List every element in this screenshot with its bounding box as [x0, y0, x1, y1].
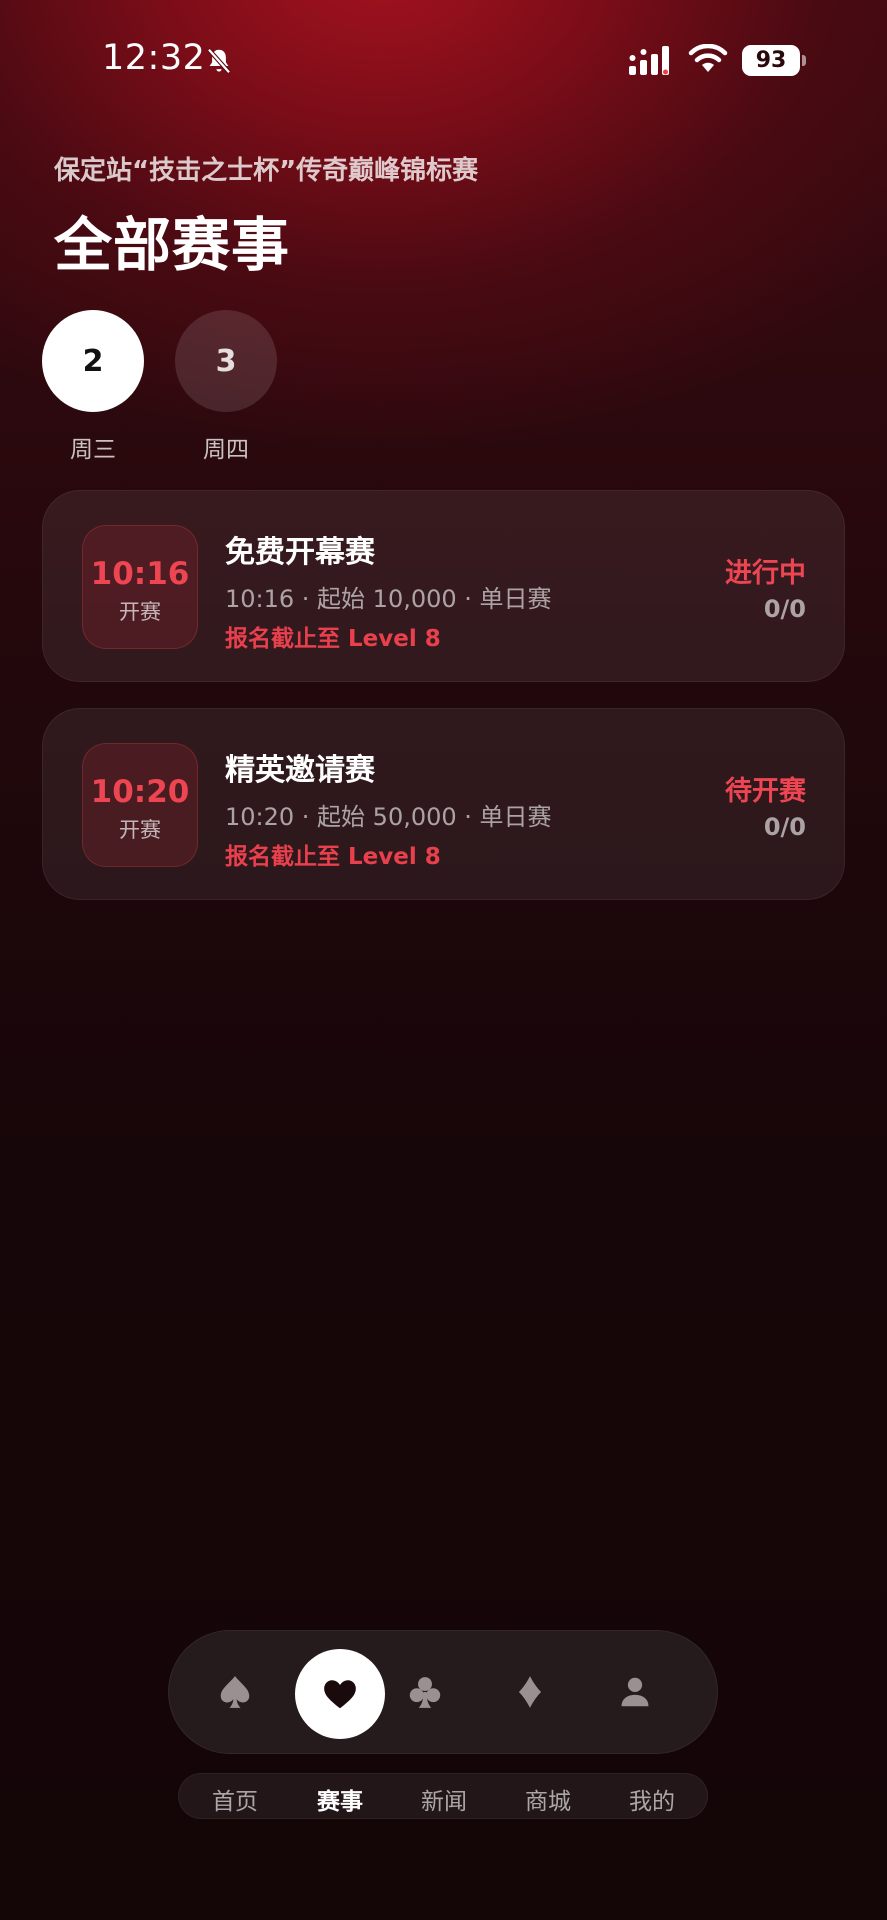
spade-icon[interactable] [205, 1662, 265, 1722]
person-icon[interactable] [605, 1662, 665, 1722]
event-start-label: 开赛 [119, 818, 161, 842]
event-status: 进行中 [725, 558, 806, 589]
diamond-icon[interactable] [500, 1662, 560, 1722]
event-name: 免费开幕赛 [225, 535, 375, 570]
event-meta: 10:20 · 起始 50,000 · 单日赛 [225, 803, 552, 831]
cellular-signal-icon [629, 46, 669, 75]
event-start-badge: 10:20 开赛 [82, 743, 198, 867]
day-weekday: 周四 [203, 437, 249, 463]
event-card[interactable]: 10:16 开赛 免费开幕赛 10:16 · 起始 10,000 · 单日赛 报… [42, 490, 845, 682]
heart-icon [324, 1680, 356, 1709]
tab-label-events[interactable]: 赛事 [300, 1782, 380, 1816]
tab-labels: 首页 赛事 新闻 商城 我的 [178, 1773, 708, 1819]
status-time: 12:32 [102, 38, 206, 78]
day-selector-0[interactable]: 2 周三 [42, 310, 144, 464]
day-number[interactable]: 3 [175, 310, 277, 412]
event-start-badge: 10:16 开赛 [82, 525, 198, 649]
tab-label-shop[interactable]: 商城 [508, 1782, 588, 1816]
tab-label-home[interactable]: 首页 [195, 1782, 275, 1816]
event-start-time: 10:20 [90, 774, 190, 810]
tab-label-news[interactable]: 新闻 [404, 1782, 484, 1816]
battery-indicator: 93 [742, 45, 806, 76]
day-weekday: 周三 [70, 437, 116, 463]
tournament-subtitle: 保定站“技击之士杯”传奇巅峰锦标赛 [54, 156, 479, 186]
tab-events[interactable] [295, 1649, 385, 1739]
day-number[interactable]: 2 [42, 310, 144, 412]
event-status: 待开赛 [725, 776, 806, 807]
event-card[interactable]: 10:20 开赛 精英邀请赛 10:20 · 起始 50,000 · 单日赛 报… [42, 708, 845, 900]
bottom-tab-bar [168, 1630, 718, 1754]
event-count: 0/0 [763, 813, 806, 841]
event-start-time: 10:16 [90, 556, 190, 592]
event-deadline: 报名截止至 Level 8 [225, 844, 441, 870]
event-name: 精英邀请赛 [225, 753, 375, 788]
day-selector-1[interactable]: 3 周四 [175, 310, 277, 464]
page-title: 全部赛事 [54, 211, 291, 279]
club-icon[interactable] [395, 1662, 455, 1722]
event-count: 0/0 [763, 595, 806, 623]
event-deadline: 报名截止至 Level 8 [225, 626, 441, 652]
bell-muted-icon [207, 48, 231, 74]
tab-label-profile[interactable]: 我的 [612, 1782, 692, 1816]
event-meta: 10:16 · 起始 10,000 · 单日赛 [225, 585, 552, 613]
event-start-label: 开赛 [119, 600, 161, 624]
battery-level: 93 [755, 48, 787, 73]
wifi-icon [688, 44, 728, 72]
status-bar: 12:32 93 [0, 0, 887, 120]
